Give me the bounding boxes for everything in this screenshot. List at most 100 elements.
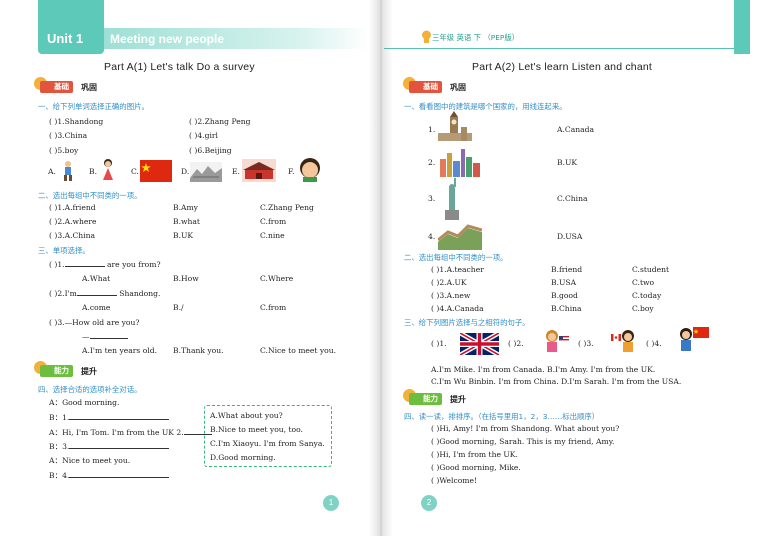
dialog-line: A：Hi, I'm Tom. I'm from the UK 2. [49, 428, 212, 437]
left-q3-option: A.What [82, 274, 111, 283]
right-q2-heading: 二、选出每组中不同类的一项。 [404, 253, 508, 262]
left-q1-item: ( )3.China [49, 131, 88, 140]
right-q2-option: ( )3.A.new [431, 291, 471, 300]
answer-blank [69, 419, 170, 420]
landscape-sketch-icon [190, 162, 222, 182]
answer-blank [76, 295, 117, 296]
blank-label: ( )1. [431, 339, 447, 348]
great-wall-icon [438, 224, 482, 250]
left-q3-option: B.Thank you. [173, 346, 224, 355]
country-option: D.USA [557, 232, 583, 241]
girl-icon [103, 159, 113, 180]
sentence-option: C.I'm Wu Binbin. I'm from China. D.I'm S… [431, 377, 682, 386]
tiananmen-icon [242, 159, 276, 182]
left-q3-option: C.Where [260, 274, 294, 283]
basic-badge: 基础 [409, 81, 442, 93]
item-number: 1. [428, 125, 436, 134]
right-q2-option: C.two [632, 278, 655, 287]
answer-blank [69, 477, 170, 478]
dialog-text: B：3. [49, 442, 70, 451]
ordering-line: ( )Good morning, Sarah. This is my frien… [431, 437, 615, 446]
left-q1-heading: 一、给下列单词选择正确的图片。 [38, 102, 149, 111]
grade-label: 三年级 英语 下 （PEP版） [432, 33, 520, 42]
dialog-option: C.I'm Xiaoyu. I'm from Sanya. [210, 439, 325, 448]
pic-letter: E. [232, 167, 240, 176]
ability-badge: 能力 [409, 393, 442, 405]
left-q1-item: ( )5.boy [49, 146, 79, 155]
dialog-text: A：Hi, I'm Tom. I'm from the UK 2. [49, 428, 184, 437]
dialog-option: D.Good morning. [210, 453, 276, 462]
left-q1-item: ( )4.girl [189, 131, 218, 140]
left-q2-option: C.from [260, 217, 287, 226]
page-number: 2 [421, 495, 437, 511]
pic-letter: C. [131, 167, 139, 176]
pic-letter: D. [181, 167, 190, 176]
left-q2-option: B.UK [173, 231, 194, 240]
right-q2-option: B.China [551, 304, 582, 313]
dialog-option: A.What about you? [210, 411, 283, 420]
big-ben-icon [438, 111, 472, 141]
right-q2-option: ( )2.A.UK [431, 278, 467, 287]
dash: — [82, 332, 90, 341]
country-option: A.Canada [557, 125, 595, 134]
blank-label: ( )4. [646, 339, 662, 348]
item-number: 4. [428, 232, 436, 241]
item-number: 3. [428, 194, 436, 203]
right-q2-option: C.boy [632, 304, 654, 313]
ordering-line: ( )Hi, I'm from the UK. [431, 450, 518, 459]
right-page-title: Part A(2) Let's learn Listen and chant [472, 61, 653, 73]
giraffe-icon [422, 30, 431, 43]
country-option: B.UK [557, 158, 578, 167]
right-q2-option: C.today [632, 291, 662, 300]
dialog-line: A：Good morning. [49, 398, 120, 407]
dialog-line: A：Nice to meet you. [49, 456, 131, 465]
workbook-spread: Unit 1 Meeting new people Part A(1) Let'… [0, 0, 761, 536]
basic-badge-tail: 巩固 [450, 83, 466, 92]
dialog-line: B：4. [49, 471, 170, 480]
country-option: C.China [557, 194, 588, 203]
book-spine-shadow [369, 0, 393, 536]
ability-badge-tail: 提升 [450, 395, 466, 404]
ability-badge-tail: 提升 [81, 367, 97, 376]
left-q2-option: C.nine [260, 231, 285, 240]
pic-letter: F. [288, 167, 295, 176]
left-q3-option: C.Nice to meet you. [260, 346, 337, 355]
left-q3-item2-stem: ( )2.I'm Shandong. [49, 289, 160, 298]
left-q4-heading: 四、选择合适的选项补全对话。 [38, 385, 142, 394]
stem-part: Shandong. [116, 289, 161, 298]
dialog-text: B：1. [49, 413, 70, 422]
left-q2-option: ( )2.A.where [49, 217, 97, 226]
basic-badge-tail: 巩固 [81, 83, 97, 92]
left-q1-item: ( )1.Shandong [49, 117, 104, 126]
dialog-line: B：1. [49, 413, 170, 422]
boy-face-icon [300, 158, 320, 182]
left-q1-item: ( )6.Beijing [189, 146, 232, 155]
left-q3-option: A.come [82, 303, 111, 312]
item-number: 2. [428, 158, 436, 167]
blank-label: ( )3. [578, 339, 594, 348]
left-q3-item3-reply: — [82, 332, 128, 341]
girl-with-canada-flag-icon [611, 330, 634, 352]
left-q3-option: B.How [173, 274, 199, 283]
ordering-line: ( )Welcome! [431, 476, 478, 485]
dialog-text: B：4. [49, 471, 70, 480]
china-flag-icon [140, 160, 172, 182]
answer-blank [69, 448, 170, 449]
statue-of-liberty-icon [445, 178, 459, 220]
basic-badge: 基础 [40, 81, 73, 93]
dialog-line: B：3. [49, 442, 170, 451]
ordering-line: ( )Hi, Amy! I'm from Shandong. What abou… [431, 424, 620, 433]
left-q2-option: ( )1.A.friend [49, 203, 96, 212]
left-q3-item3-stem: ( )3.—How old are you? [49, 318, 140, 327]
right-q2-option: ( )1.A.teacher [431, 265, 484, 274]
stem-part: are you from? [104, 260, 161, 269]
ordering-line: ( )Good morning, Mike. [431, 463, 521, 472]
right-q2-option: B.USA [551, 278, 577, 287]
left-q1-item: ( )2.Zhang Peng [189, 117, 251, 126]
pic-letter: B. [89, 167, 97, 176]
left-q3-heading: 三、单项选择。 [38, 246, 90, 255]
left-q3-option: A.I'm ten years old. [82, 346, 157, 355]
answer-blank [64, 266, 105, 267]
left-q3-option: B./ [173, 303, 184, 312]
right-q2-option: B.friend [551, 265, 583, 274]
